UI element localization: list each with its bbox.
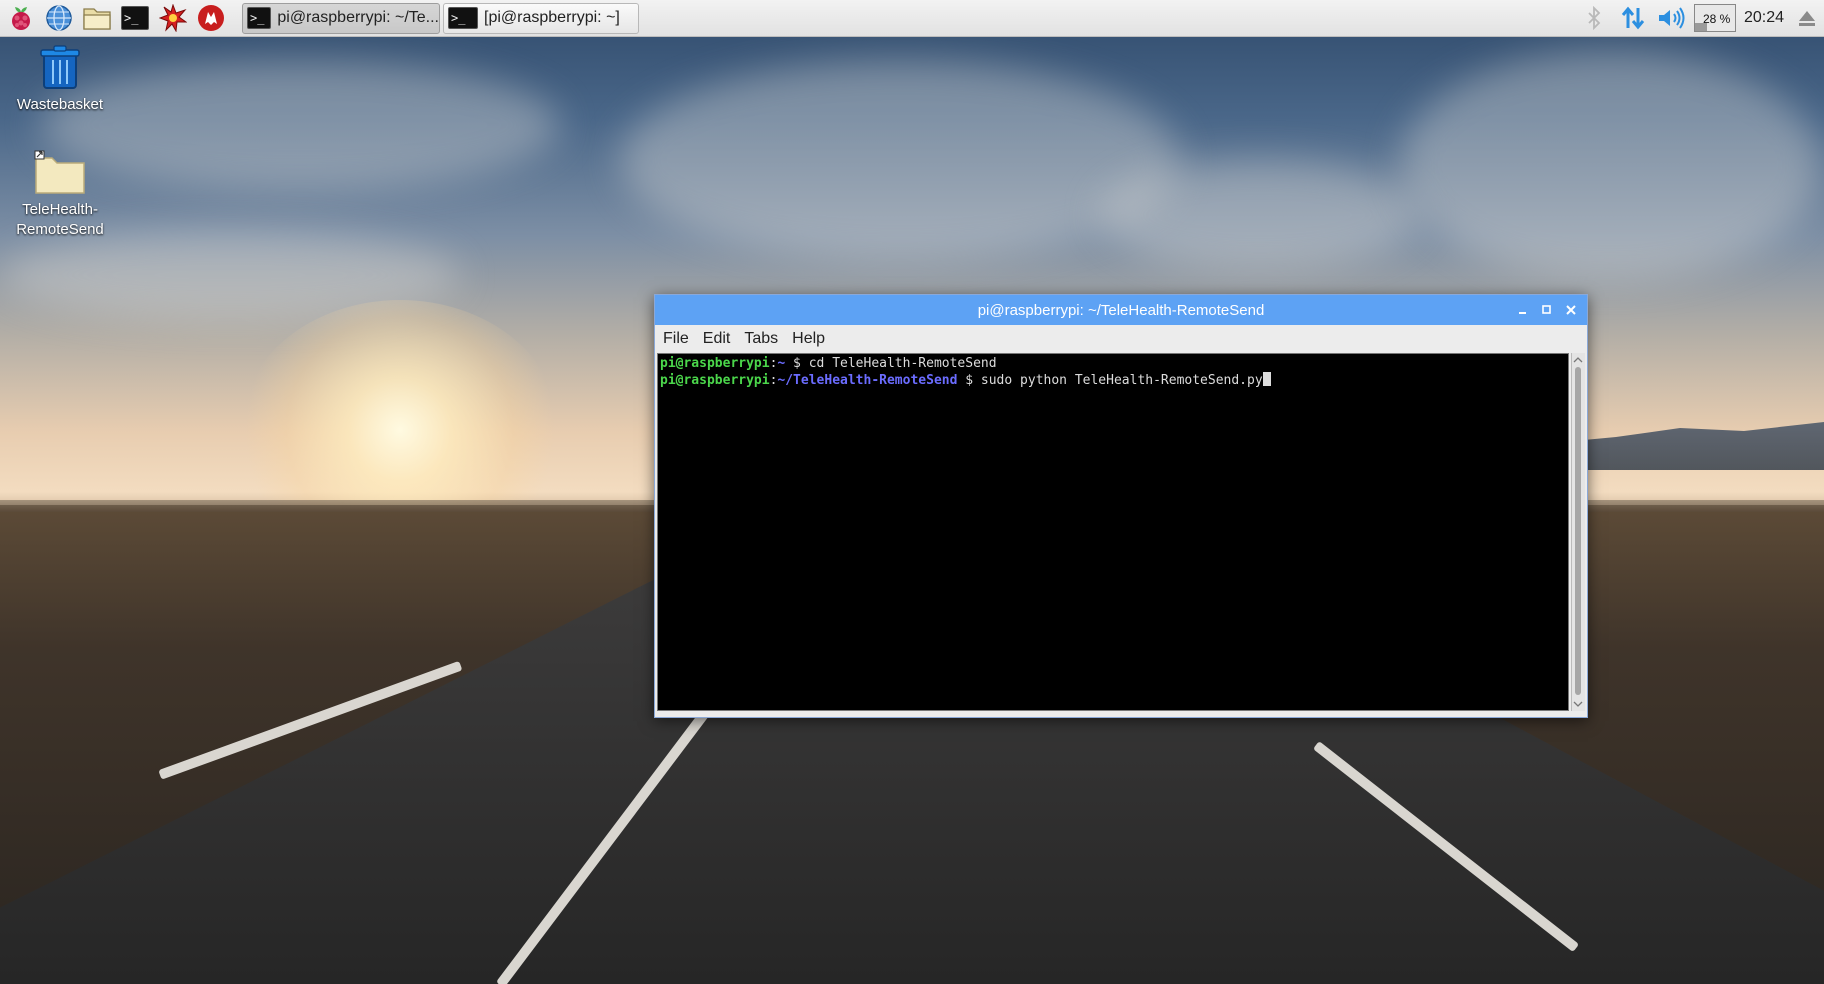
scroll-down-icon (1573, 701, 1583, 707)
raspberry-menu-icon (12, 7, 30, 30)
window-titlebar[interactable]: pi@raspberrypi: ~/TeleHealth-RemoteSend (655, 295, 1587, 325)
file-manager-button[interactable] (80, 1, 114, 35)
cpu-monitor: 28 % (1694, 0, 1736, 36)
web-browser-icon (46, 5, 72, 31)
close-icon (1566, 305, 1576, 315)
close-button[interactable] (1561, 300, 1581, 320)
bluetooth-button[interactable] (1586, 0, 1602, 36)
trash-icon (40, 45, 80, 89)
volume-icon (1659, 7, 1685, 29)
terminal-launcher-button[interactable]: >_ (118, 1, 152, 35)
web-browser-button[interactable] (42, 1, 76, 35)
terminal-icon: >_ (121, 6, 149, 30)
maximize-button[interactable] (1537, 300, 1557, 320)
folder-icon (34, 150, 85, 194)
prompt-user: pi@raspberrypi (660, 356, 770, 371)
wolfram-icon (198, 5, 224, 31)
desktop-icon-wastebasket[interactable]: Wastebasket (5, 44, 115, 113)
cpu-percent: 28 % (1703, 12, 1731, 26)
mathematica-icon (159, 4, 187, 32)
minimize-icon (1519, 312, 1526, 314)
network-updown-icon (1621, 6, 1645, 30)
scrollbar-thumb[interactable] (1575, 367, 1581, 695)
terminal-output[interactable]: pi@raspberrypi:~ $ cd TeleHealth-RemoteS… (657, 353, 1569, 711)
terminal-icon: >_ (448, 7, 478, 29)
eject-icon (1799, 11, 1815, 26)
text-cursor (1262, 371, 1271, 386)
taskbar-task-terminal-telehealth[interactable]: >_ pi@raspberrypi: ~/Te... (242, 2, 440, 34)
menu-tabs[interactable]: Tabs (744, 330, 778, 348)
file-manager-icon (83, 8, 111, 30)
raspberry-menu-button[interactable] (4, 1, 38, 35)
command-text: cd TeleHealth-RemoteSend (808, 356, 997, 371)
terminal-window[interactable]: pi@raspberrypi: ~/TeleHealth-RemoteSend … (654, 294, 1588, 718)
task-label: pi@raspberrypi: ~/Te... (277, 9, 439, 26)
prompt-user: pi@raspberrypi (660, 372, 770, 388)
desktop-icon-telehealth-folder[interactable]: TeleHealth- RemoteSend (5, 150, 115, 240)
taskbar: >_ >_ pi@raspberrypi: ~/Te... >_ [pi@ras… (0, 0, 1824, 37)
task-label: [pi@raspberrypi: ~] (484, 9, 620, 26)
terminal-scrollbar[interactable] (1571, 353, 1585, 711)
command-text: sudo python TeleHealth-RemoteSend.py (980, 372, 1263, 388)
scroll-up-icon (1573, 357, 1583, 363)
mathematica-button[interactable] (156, 1, 190, 35)
bluetooth-icon (1588, 6, 1601, 30)
desktop: Wastebasket TeleHealth- RemoteSend >_ >_… (0, 0, 1824, 984)
wallpaper-cloud (40, 60, 560, 190)
volume-button[interactable] (1656, 0, 1686, 36)
menu-file[interactable]: File (663, 330, 689, 348)
wolfram-button[interactable] (194, 1, 228, 35)
maximize-icon (1542, 305, 1551, 314)
terminal-icon: >_ (247, 7, 272, 29)
eject-button[interactable] (1798, 0, 1816, 36)
terminal-line: pi@raspberrypi:~ $ cd TeleHealth-RemoteS… (660, 356, 997, 371)
network-button[interactable] (1620, 0, 1646, 36)
desktop-icon-label: TeleHealth- RemoteSend (16, 201, 104, 238)
wallpaper-cloud (1100, 160, 1420, 270)
desktop-icon-label: Wastebasket (16, 96, 104, 113)
wallpaper-cloud (620, 60, 1180, 260)
minimize-button[interactable] (1513, 300, 1533, 320)
taskbar-task-terminal-home[interactable]: >_ [pi@raspberrypi: ~] (443, 2, 639, 34)
clock[interactable]: 20:24 (1744, 0, 1784, 36)
menubar: File Edit Tabs Help (655, 325, 1587, 353)
wallpaper-cloud (1400, 50, 1820, 280)
prompt-path: ~/TeleHealth-RemoteSend (777, 372, 958, 388)
menu-edit[interactable]: Edit (703, 330, 731, 348)
window-title: pi@raspberrypi: ~/TeleHealth-RemoteSend (977, 301, 1265, 319)
menu-help[interactable]: Help (792, 330, 825, 348)
terminal-line: pi@raspberrypi:~/TeleHealth-RemoteSend $… (660, 371, 1568, 389)
